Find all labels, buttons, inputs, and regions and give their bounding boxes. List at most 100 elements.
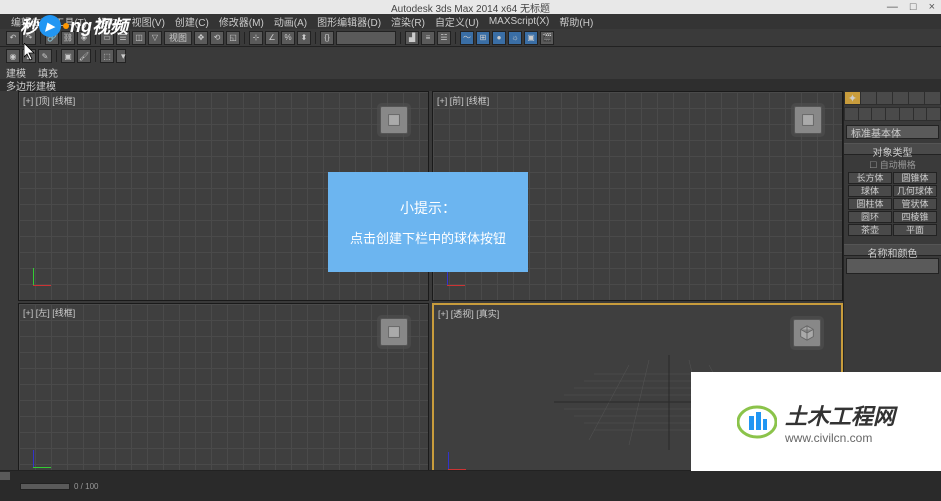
spacewarps-subtab-icon[interactable] bbox=[914, 108, 927, 120]
tube-button[interactable]: 管状体 bbox=[893, 198, 937, 210]
viewcube-left[interactable] bbox=[380, 318, 408, 346]
graphite-tool-icon[interactable]: ◉ bbox=[6, 49, 20, 63]
tip-text: 点击创建下栏中的球体按钮 bbox=[350, 228, 506, 247]
viewcube-front[interactable] bbox=[794, 106, 822, 134]
viewport-grid bbox=[19, 304, 428, 482]
primitive-category-dropdown[interactable]: 标准基本体 bbox=[846, 125, 939, 139]
title-bar: Autodesk 3ds Max 2014 x64 无标题 — □ × bbox=[0, 0, 941, 14]
maximize-button[interactable]: □ bbox=[910, 1, 917, 13]
menu-animation[interactable]: 动画(A) bbox=[271, 14, 310, 29]
ribbon-panel: 多边形建模 bbox=[0, 79, 941, 91]
create-tab-icon[interactable]: ✦ bbox=[845, 92, 860, 104]
name-field-row bbox=[846, 258, 939, 274]
render-icon[interactable]: 🎬 bbox=[540, 31, 554, 45]
teapot-button[interactable]: 茶壶 bbox=[848, 224, 892, 236]
sphere-button[interactable]: 球体 bbox=[848, 185, 892, 197]
motion-tab-icon[interactable] bbox=[893, 92, 908, 104]
close-button[interactable]: × bbox=[929, 1, 935, 13]
minimize-button[interactable]: — bbox=[887, 1, 898, 13]
filter-icon[interactable]: ▽ bbox=[148, 31, 162, 45]
helpers-subtab-icon[interactable] bbox=[900, 108, 913, 120]
cameras-subtab-icon[interactable] bbox=[886, 108, 899, 120]
schematic-icon[interactable]: ⊞ bbox=[476, 31, 490, 45]
display-tab-icon[interactable] bbox=[909, 92, 924, 104]
material-editor-icon[interactable]: ● bbox=[492, 31, 506, 45]
main-toolbar-1: ↶ ↷ 🔗 ⛓ ◈ ▭ ☰ ◫ ▽ 视图 ✥ ⟲ ◱ ⊹ ∠ % ⬍ {} ▟ … bbox=[0, 29, 941, 47]
time-label: 0 / 100 bbox=[74, 482, 98, 491]
name-color-rollout-header[interactable]: 名称和颜色 bbox=[844, 244, 941, 256]
misc-tool-icon[interactable]: ⬚ bbox=[100, 49, 114, 63]
modify-tab-icon[interactable] bbox=[861, 92, 876, 104]
snap-icon[interactable]: ⊹ bbox=[249, 31, 263, 45]
cone-button[interactable]: 圆锥体 bbox=[893, 172, 937, 184]
align-icon[interactable]: ≡ bbox=[421, 31, 435, 45]
lights-subtab-icon[interactable] bbox=[872, 108, 885, 120]
hierarchy-tab-icon[interactable] bbox=[877, 92, 892, 104]
curve-editor-icon[interactable]: 〜 bbox=[460, 31, 474, 45]
move-icon[interactable]: ✥ bbox=[194, 31, 208, 45]
systems-subtab-icon[interactable] bbox=[927, 108, 940, 120]
rotate-icon[interactable]: ⟲ bbox=[210, 31, 224, 45]
shapes-subtab-icon[interactable] bbox=[859, 108, 872, 120]
ribbon-status: 建模 填充 bbox=[0, 65, 941, 79]
timeline[interactable]: 0 / 100 bbox=[0, 481, 941, 491]
menu-create[interactable]: 创建(C) bbox=[172, 14, 212, 29]
freeform-tool-icon[interactable]: ✎ bbox=[38, 49, 52, 63]
torus-button[interactable]: 圆环 bbox=[848, 211, 892, 223]
select-region-icon[interactable]: ◫ bbox=[132, 31, 146, 45]
app-title: Autodesk 3ds Max 2014 x64 无标题 bbox=[391, 0, 550, 15]
geometry-subtab-icon[interactable] bbox=[845, 108, 858, 120]
cylinder-button[interactable]: 圆柱体 bbox=[848, 198, 892, 210]
mirror-icon[interactable]: ▟ bbox=[405, 31, 419, 45]
selection-filter-dropdown[interactable]: 视图 bbox=[164, 31, 192, 45]
viewcube-top[interactable] bbox=[380, 106, 408, 134]
logo-text-cn: 土木工程网 bbox=[785, 399, 895, 431]
named-selection-dropdown[interactable] bbox=[336, 31, 396, 45]
ribbon-dropdown[interactable]: ▾ bbox=[116, 49, 126, 63]
window-controls: — □ × bbox=[887, 1, 941, 13]
utilities-tab-icon[interactable] bbox=[925, 92, 940, 104]
watermark-text: ng bbox=[70, 16, 92, 37]
watermark: 秒▶ng视频 bbox=[20, 13, 128, 39]
object-type-rollout-header[interactable]: 对象类型 bbox=[844, 143, 941, 155]
render-setup-icon[interactable]: ☼ bbox=[508, 31, 522, 45]
box-button[interactable]: 长方体 bbox=[848, 172, 892, 184]
viewport-front-label[interactable]: [+] [前] [线框] bbox=[437, 94, 489, 107]
named-sets-icon[interactable]: {} bbox=[320, 31, 334, 45]
time-slider[interactable] bbox=[20, 483, 70, 490]
menu-views[interactable]: 视图(V) bbox=[129, 14, 168, 29]
undo-icon[interactable]: ↶ bbox=[6, 31, 20, 45]
command-panel-tabs: ✦ bbox=[844, 91, 941, 105]
menu-modifiers[interactable]: 修改器(M) bbox=[216, 14, 267, 29]
menu-customize[interactable]: 自定义(U) bbox=[432, 14, 482, 29]
logo-text-en: www.civilcn.com bbox=[785, 431, 895, 445]
menu-graph-editors[interactable]: 图形编辑器(D) bbox=[314, 14, 384, 29]
layers-icon[interactable]: ☱ bbox=[437, 31, 451, 45]
spinner-snap-icon[interactable]: ⬍ bbox=[297, 31, 311, 45]
viewport-perspective-label[interactable]: [+] [透视] [真实] bbox=[438, 307, 499, 320]
main-toolbar-2: ◉ ▲ ✎ ▣ 🖌 ⬚ ▾ bbox=[0, 47, 941, 65]
selection-tool-icon[interactable]: ▣ bbox=[61, 49, 75, 63]
logo-overlay: 土木工程网 www.civilcn.com bbox=[691, 372, 941, 471]
viewport-left-label[interactable]: [+] [左] [线框] bbox=[23, 306, 75, 319]
tip-overlay: 小提示： 点击创建下栏中的球体按钮 bbox=[328, 172, 528, 272]
paint-tool-icon[interactable]: 🖌 bbox=[77, 49, 91, 63]
pyramid-button[interactable]: 四棱锥 bbox=[893, 211, 937, 223]
viewport-left[interactable]: [+] [左] [线框] bbox=[18, 303, 429, 483]
plane-button[interactable]: 平面 bbox=[893, 224, 937, 236]
poly-tool-icon[interactable]: ▲ bbox=[22, 49, 36, 63]
render-frame-icon[interactable]: ▣ bbox=[524, 31, 538, 45]
viewport-top-label[interactable]: [+] [顶] [线框] bbox=[23, 94, 75, 107]
horizontal-scrollbar[interactable] bbox=[0, 471, 941, 481]
object-name-input[interactable] bbox=[847, 259, 941, 273]
scale-icon[interactable]: ◱ bbox=[226, 31, 240, 45]
viewcube-perspective[interactable] bbox=[793, 319, 821, 347]
autogrid-checkbox[interactable]: ☐ 自动栅格 bbox=[846, 157, 939, 172]
primitive-buttons: 长方体 圆锥体 球体 几何球体 圆柱体 管状体 圆环 四棱锥 茶壶 平面 bbox=[846, 172, 939, 236]
percent-snap-icon[interactable]: % bbox=[281, 31, 295, 45]
menu-help[interactable]: 帮助(H) bbox=[556, 14, 596, 29]
menu-rendering[interactable]: 渲染(R) bbox=[388, 14, 428, 29]
menu-maxscript[interactable]: MAXScript(X) bbox=[486, 16, 553, 27]
angle-snap-icon[interactable]: ∠ bbox=[265, 31, 279, 45]
geosphere-button[interactable]: 几何球体 bbox=[893, 185, 937, 197]
